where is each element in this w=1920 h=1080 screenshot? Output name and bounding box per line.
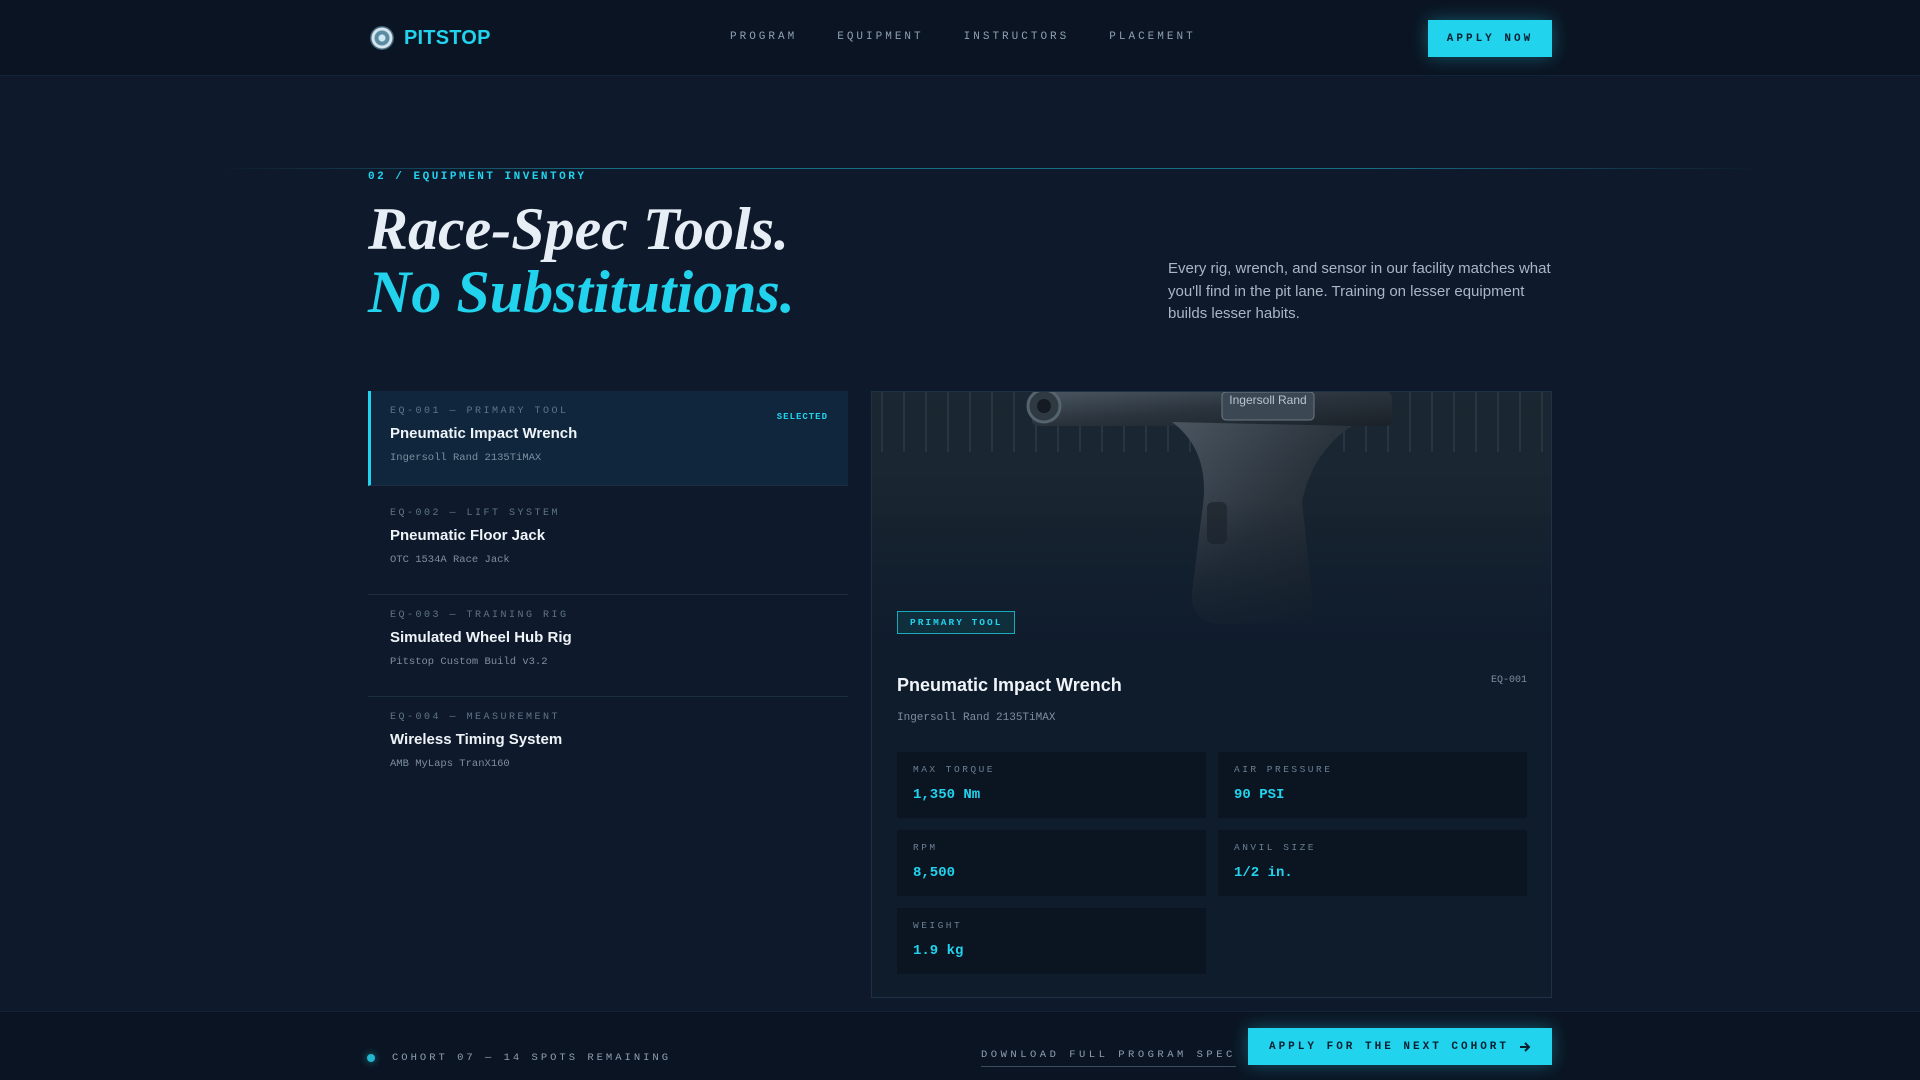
section-headline: Race-Spec Tools. No Substitutions. <box>368 198 795 324</box>
spec-label: AIR PRESSURE <box>1234 764 1333 775</box>
main-nav: PROGRAM EQUIPMENT INSTRUCTORS PLACEMENT <box>730 31 1236 43</box>
detail-id: EQ-001 <box>1490 675 1527 686</box>
spec-label: MAX TORQUE <box>913 764 996 775</box>
nav-equipment[interactable]: EQUIPMENT <box>837 31 923 43</box>
section-eyebrow: 02 / EQUIPMENT INVENTORY <box>368 171 587 183</box>
headline-line-2: No Substitutions. <box>368 259 795 325</box>
brand-name: PITSTOP <box>404 26 491 49</box>
equipment-code: EQ-003 — TRAINING RIG <box>390 610 569 621</box>
equipment-detail-card: Ingersoll Rand PRIMARY TOOL Pneumatic Im… <box>871 391 1552 998</box>
brand[interactable]: PITSTOP <box>370 26 491 50</box>
spec-label: WEIGHT <box>913 920 963 931</box>
equipment-item-floor-jack[interactable]: EQ-002 — LIFT SYSTEM Pneumatic Floor Jac… <box>368 493 848 595</box>
spec-weight: WEIGHT 1.9 kg <box>897 908 1206 974</box>
photo-brand-text: Ingersoll Rand <box>1229 393 1306 407</box>
top-navigation-bar: PITSTOP PROGRAM EQUIPMENT INSTRUCTORS PL… <box>0 0 1920 76</box>
cohort-status: COHORT 07 — 14 SPOTS REMAINING <box>392 1052 672 1064</box>
spec-value: 1/2 in. <box>1234 865 1293 881</box>
nav-program[interactable]: PROGRAM <box>730 31 797 43</box>
equipment-code: EQ-004 — MEASUREMENT <box>390 712 561 723</box>
equipment-name: Pneumatic Floor Jack <box>390 527 546 544</box>
apply-now-button[interactable]: APPLY NOW <box>1428 20 1552 57</box>
headline-line-1: Race-Spec Tools. <box>368 196 790 262</box>
spec-value: 1,350 Nm <box>913 787 981 803</box>
equipment-model: OTC 1534A Race Jack <box>390 554 510 566</box>
equipment-item-impact-wrench[interactable]: EQ-001 — PRIMARY TOOL Pneumatic Impact W… <box>368 391 848 486</box>
equipment-model: AMB MyLaps TranX160 <box>390 758 510 770</box>
spec-air-pressure: AIR PRESSURE 90 PSI <box>1218 752 1527 818</box>
category-badge: PRIMARY TOOL <box>897 611 1016 634</box>
spec-value: 1.9 kg <box>913 943 964 959</box>
spec-rpm: RPM 8,500 <box>897 830 1206 896</box>
download-spec-link[interactable]: DOWNLOAD FULL PROGRAM SPEC <box>981 1049 1236 1067</box>
detail-title: Pneumatic Impact Wrench <box>897 675 1122 695</box>
apply-next-cohort-button[interactable]: APPLY FOR THE NEXT COHORT <box>1248 1028 1552 1065</box>
nav-instructors[interactable]: INSTRUCTORS <box>964 31 1070 43</box>
wheel-logo-icon <box>370 26 394 50</box>
status-dot-icon <box>367 1054 375 1062</box>
equipment-item-timing-system[interactable]: EQ-004 — MEASUREMENT Wireless Timing Sys… <box>368 697 848 799</box>
apply-next-cohort-label: APPLY FOR THE NEXT COHORT <box>1268 1040 1510 1053</box>
equipment-name: Pneumatic Impact Wrench <box>390 425 578 442</box>
spec-anvil-size: ANVIL SIZE 1/2 in. <box>1218 830 1527 896</box>
arrow-right-icon <box>1520 1041 1531 1052</box>
sticky-footer-bar: COHORT 07 — 14 SPOTS REMAINING DOWNLOAD … <box>0 1011 1920 1080</box>
selected-badge: SELECTED <box>776 412 828 422</box>
spec-max-torque: MAX TORQUE 1,350 Nm <box>897 752 1206 818</box>
equipment-model: Pitstop Custom Build v3.2 <box>390 656 548 668</box>
spec-value: 90 PSI <box>1234 787 1285 803</box>
equipment-item-wheel-hub-rig[interactable]: EQ-003 — TRAINING RIG Simulated Wheel Hu… <box>368 595 848 697</box>
nav-placement[interactable]: PLACEMENT <box>1109 31 1195 43</box>
equipment-model: Ingersoll Rand 2135TiMAX <box>390 452 542 464</box>
spec-label: RPM <box>913 842 938 853</box>
equipment-name: Wireless Timing System <box>390 731 563 748</box>
section-divider <box>220 168 1760 169</box>
spec-label: ANVIL SIZE <box>1234 842 1317 853</box>
equipment-list: EQ-001 — PRIMARY TOOL Pneumatic Impact W… <box>368 391 848 799</box>
equipment-name: Simulated Wheel Hub Rig <box>390 629 572 646</box>
spec-value: 8,500 <box>913 865 956 881</box>
section-intro: Every rig, wrench, and sensor in our fac… <box>1168 260 1551 322</box>
detail-model: Ingersoll Rand 2135TiMAX <box>897 712 1056 724</box>
equipment-code: EQ-002 — LIFT SYSTEM <box>390 508 561 519</box>
